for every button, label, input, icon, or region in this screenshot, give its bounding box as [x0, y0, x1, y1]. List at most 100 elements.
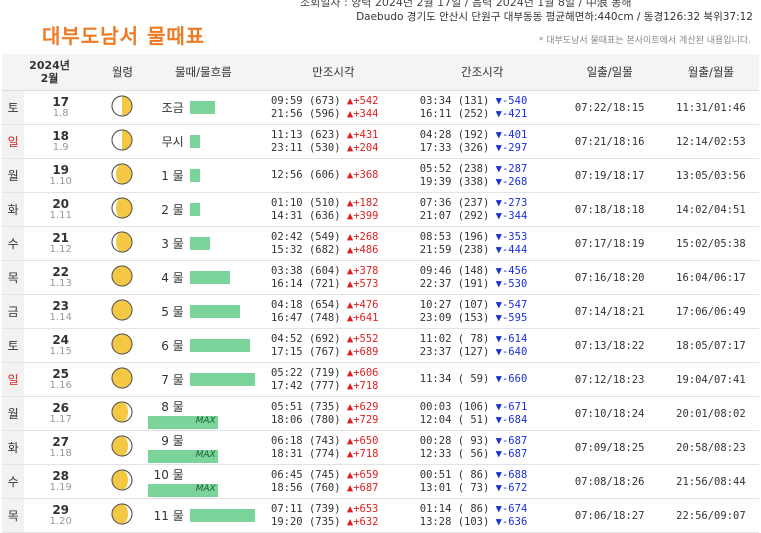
high-tide-entry: 05:51 (735) ▲+629 [271, 401, 408, 414]
low-height: (192) [457, 128, 490, 141]
high-height: (510) [308, 196, 341, 209]
tide-flow-bar [189, 169, 200, 182]
solar-day: 21 [52, 230, 70, 245]
high-tide-entry: 04:52 (692) ▲+552 [271, 333, 408, 346]
sun-times: 07:21/18:16 [556, 124, 663, 159]
low-time: 11:02 [419, 332, 452, 345]
fall-value: ▼-540 [495, 94, 528, 107]
tide-flow-bar [189, 305, 240, 318]
lunar-date: 1.19 [49, 481, 72, 493]
col-moon-age: 월령 [97, 54, 148, 91]
low-tide-entry: 22:37 (191) ▼-530 [420, 278, 557, 291]
fall-value: ▼-636 [495, 515, 528, 528]
high-tide-entry: 23:11 (530) ▲+204 [271, 142, 408, 155]
low-tide-entry: 11:02 ( 78) ▼-614 [420, 333, 557, 346]
weekday-cell: 금 [2, 294, 25, 329]
high-tide-entry: 04:18 (654) ▲+476 [271, 299, 408, 312]
max-label: MAX [195, 484, 216, 494]
lunar-date: 1.17 [49, 413, 72, 425]
high-tide-entry: 07:11 (739) ▲+653 [271, 503, 408, 516]
low-tide-cell: 00:28 ( 93) ▼-687 12:33 ( 56) ▼-687 [407, 430, 557, 465]
col-moonrise-moonset: 월출/월몰 [662, 54, 759, 91]
low-tide-cell: 11:02 ( 78) ▼-614 23:37 (127) ▼-640 [407, 328, 557, 363]
fall-value: ▼-401 [495, 128, 528, 141]
high-time: 12:56 [271, 169, 303, 181]
fall-value: ▼-297 [495, 141, 528, 154]
low-tide-entry: 00:28 ( 93) ▼-687 [420, 435, 557, 448]
high-time: 17:15 [271, 345, 303, 358]
rise-value: ▲+659 [346, 468, 379, 481]
year-label: 2024년 [29, 59, 70, 72]
low-time: 03:34 [419, 94, 452, 107]
tide-flow-bar [189, 271, 230, 284]
high-tide-entry: 19:20 (735) ▲+632 [271, 516, 408, 529]
low-height: (127) [457, 345, 490, 358]
table-row: 월 19 1.10 1 물 12:56 (606) ▲+368 05:52 (238) ▼… [2, 158, 759, 193]
low-height: ( 86) [457, 468, 490, 481]
moon-times: 22:56/09:07 [662, 498, 759, 533]
high-tide-cell: 02:42 (549) ▲+268 15:32 (682) ▲+486 [259, 226, 408, 261]
high-time: 04:18 [271, 298, 303, 311]
high-height: (692) [308, 332, 341, 345]
low-time: 07:36 [419, 196, 452, 209]
date-cell: 29 1.20 [24, 498, 98, 533]
rise-value: ▲+606 [346, 366, 379, 379]
high-tide-cell: 06:18 (743) ▲+650 18:31 (774) ▲+718 [259, 430, 408, 465]
high-time: 23:11 [271, 141, 303, 154]
date-cell: 24 1.15 [24, 328, 98, 363]
moon-phase-icon [110, 401, 134, 427]
tide-flow-name: 5 물 [161, 305, 184, 319]
tide-flow-bar [189, 203, 200, 216]
high-tide-cell: 06:45 (745) ▲+659 18:56 (760) ▲+687 [259, 464, 408, 499]
low-height: (153) [457, 311, 490, 324]
lunar-date: 1.11 [49, 209, 72, 221]
low-tide-entry: 16:11 (252) ▼-421 [420, 108, 557, 121]
fall-value: ▼-640 [495, 345, 528, 358]
fall-value: ▼-287 [495, 162, 528, 175]
low-time: 13:01 [419, 481, 452, 494]
solar-day: 27 [52, 434, 70, 449]
table-row: 월 26 1.17 8 물 MAX 05:51 (735) ▲+629 18:06 (780… [2, 396, 759, 431]
low-tide-cell: 07:36 (237) ▼-273 21:07 (292) ▼-344 [407, 192, 557, 227]
moon-times: 17:06/06:49 [662, 294, 759, 329]
high-height: (636) [308, 209, 341, 222]
rise-value: ▲+399 [346, 209, 379, 222]
moon-phase-icon [110, 299, 134, 325]
high-height: (606) [308, 169, 341, 181]
date-cell: 21 1.12 [24, 226, 98, 261]
low-tide-entry: 19:39 (338) ▼-268 [420, 176, 557, 189]
high-tide-entry: 09:59 (673) ▲+542 [271, 95, 408, 108]
sun-times: 07:14/18:21 [556, 294, 663, 329]
low-tide-entry: 03:34 (131) ▼-540 [420, 95, 557, 108]
table-row: 화 20 1.11 2 물 01:10 (510) ▲+182 14:31 (636) ▲… [2, 192, 759, 227]
high-time: 19:20 [271, 515, 303, 528]
low-height: ( 73) [457, 481, 490, 494]
tide-flow-cell: 10 물 MAX [147, 464, 260, 499]
tide-flow-cell: 1 물 [147, 158, 260, 193]
rise-value: ▲+729 [346, 413, 379, 426]
tide-flow-cell: 7 물 [147, 362, 260, 397]
low-height: (292) [457, 209, 490, 222]
tide-flow-bar [189, 373, 255, 386]
page-title: 대부도남서 물때표 [42, 24, 206, 48]
high-time: 18:06 [271, 413, 303, 426]
weekday-cell: 일 [2, 362, 25, 397]
high-tide-entry: 17:15 (767) ▲+689 [271, 346, 408, 359]
high-height: (735) [308, 400, 341, 413]
high-height: (774) [308, 447, 341, 460]
tide-flow-name: 7 물 [161, 373, 184, 387]
high-height: (604) [308, 264, 341, 277]
fall-value: ▼-687 [495, 447, 528, 460]
sun-times: 07:22/18:15 [556, 90, 663, 125]
high-height: (739) [308, 502, 341, 515]
rise-value: ▲+718 [346, 447, 379, 460]
rise-value: ▲+641 [346, 311, 379, 324]
fall-value: ▼-444 [495, 243, 528, 256]
low-height: ( 93) [457, 434, 490, 447]
high-height: (777) [308, 379, 341, 392]
high-tide-cell: 05:22 (719) ▲+606 17:42 (777) ▲+718 [259, 362, 408, 397]
low-time: 00:28 [419, 434, 452, 447]
moon-phase-icon [110, 163, 134, 189]
rise-value: ▲+486 [346, 243, 379, 256]
low-tide-cell: 04:28 (192) ▼-401 17:33 (326) ▼-297 [407, 124, 557, 159]
